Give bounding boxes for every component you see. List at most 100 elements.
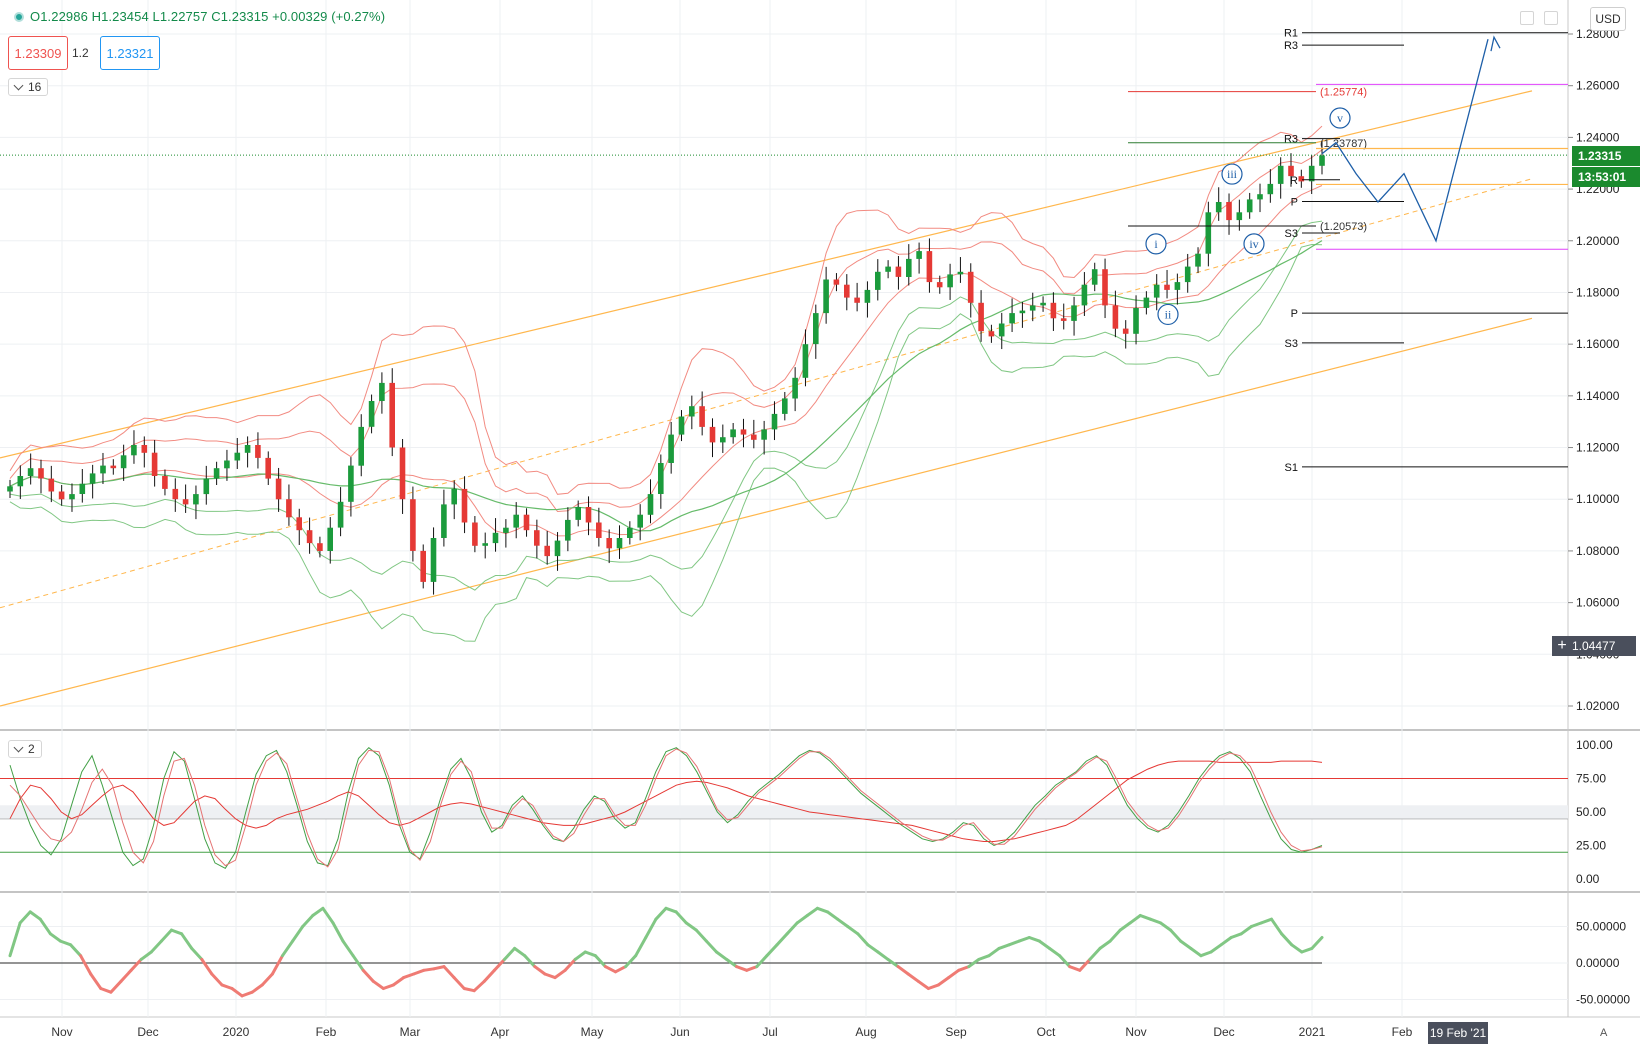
candle	[1174, 282, 1181, 290]
candle	[1195, 253, 1201, 267]
candle	[389, 382, 395, 448]
pane-tools	[1520, 11, 1558, 25]
crosshair-date-tag: 19 Feb '21	[1428, 1022, 1488, 1044]
candle	[234, 452, 241, 461]
auto-scale-button[interactable]: A	[1600, 1027, 1607, 1039]
candle	[1091, 269, 1098, 285]
y-tick-label: 1.06000	[1576, 596, 1620, 610]
momentum-segment	[1048, 946, 1062, 958]
currency-button[interactable]: USD	[1590, 7, 1626, 31]
momentum-segment	[8, 921, 22, 958]
candle	[606, 538, 612, 549]
candle	[978, 302, 984, 332]
momentum-segment	[947, 968, 961, 980]
candle	[1308, 165, 1315, 182]
x-tick-label: 2020	[223, 1025, 250, 1039]
momentum-segment	[281, 939, 295, 958]
momentum-segment	[664, 906, 678, 914]
buy-button[interactable]: 1.23321	[100, 36, 160, 70]
momentum-segment	[412, 968, 426, 976]
candle	[740, 429, 747, 435]
candle	[844, 284, 850, 298]
momentum-segment	[1068, 965, 1082, 972]
momentum-segment	[1199, 950, 1213, 958]
candle	[833, 279, 840, 285]
sell-button[interactable]: 1.23309	[8, 36, 68, 70]
candle	[244, 445, 251, 453]
momentum-segment	[492, 957, 506, 972]
momentum-segment	[432, 965, 446, 971]
momentum-segment	[119, 968, 133, 983]
x-tick-label: Oct	[1037, 1025, 1056, 1039]
candle	[926, 251, 933, 283]
candle	[275, 478, 282, 500]
momentum-segment	[815, 906, 829, 914]
candle	[441, 504, 447, 538]
momentum-segment	[553, 968, 567, 980]
candle	[430, 538, 437, 582]
momentum-segment	[89, 972, 103, 990]
candle	[1205, 212, 1212, 254]
osc2-y-tick-label: 50.00000	[1576, 920, 1626, 934]
pivot-label: R3	[1284, 40, 1298, 52]
y-tick-label: 1.24000	[1576, 130, 1620, 144]
momentum-segment	[1179, 939, 1193, 950]
maximize-icon[interactable]	[1544, 11, 1558, 25]
candle	[1184, 266, 1191, 283]
momentum-segment	[402, 972, 416, 980]
chevron-down-icon	[13, 80, 24, 91]
candle	[947, 274, 953, 288]
move-down-icon[interactable]	[1520, 11, 1534, 25]
candle	[678, 416, 685, 435]
candle	[172, 488, 179, 500]
x-tick-label: Feb	[316, 1025, 337, 1039]
y-tick-label: 1.18000	[1576, 285, 1620, 299]
candle	[482, 543, 488, 546]
candle	[306, 530, 313, 544]
candle	[709, 426, 716, 443]
osc1-y-tick-label: 0.00	[1576, 872, 1600, 886]
candle	[885, 266, 891, 272]
candle	[451, 488, 457, 505]
x-tick-label: Jun	[670, 1025, 689, 1039]
momentum-segment	[381, 983, 395, 990]
candle	[668, 434, 674, 463]
momentum-segment	[452, 976, 466, 990]
pivot-label: S3	[1285, 228, 1298, 240]
candle	[38, 468, 44, 479]
candle	[472, 522, 478, 546]
oscillator-legend-toggle[interactable]: 2	[8, 740, 42, 758]
momentum-segment	[28, 910, 42, 921]
pivot-label: S3	[1285, 338, 1298, 350]
momentum-segment	[563, 957, 577, 972]
candle	[637, 514, 643, 528]
candle	[348, 465, 354, 502]
pivot-label: R3	[1284, 134, 1298, 146]
momentum-segment	[876, 950, 890, 961]
momentum-segment	[1017, 936, 1031, 943]
indicator-legend-toggle[interactable]: 16	[8, 78, 49, 96]
momentum-segment	[1148, 917, 1162, 925]
candle	[585, 507, 592, 523]
momentum-segment	[159, 928, 173, 943]
candle	[792, 377, 798, 399]
pivot-label: S1	[1285, 462, 1298, 474]
candle	[503, 527, 509, 533]
momentum-segment	[735, 965, 749, 972]
momentum-segment	[1259, 917, 1273, 925]
momentum-segment	[745, 965, 759, 972]
trading-chart[interactable]: R1R3R3RPS3PS3S1(1.25774)(1.23787)(1.2057…	[0, 0, 1640, 1047]
momentum-segment	[694, 928, 708, 943]
candle	[823, 279, 829, 314]
momentum-segment	[1088, 946, 1102, 961]
candle	[182, 499, 189, 505]
momentum-segment	[361, 968, 375, 983]
candle	[730, 429, 736, 438]
osc1-y-tick-label: 25.00	[1576, 839, 1606, 853]
market-open-icon	[14, 11, 24, 22]
x-tick-label: Aug	[855, 1025, 876, 1039]
x-tick-label: 2021	[1299, 1025, 1326, 1039]
momentum-segment	[230, 987, 244, 998]
momentum-segment	[392, 976, 406, 987]
momentum-segment	[977, 954, 991, 961]
